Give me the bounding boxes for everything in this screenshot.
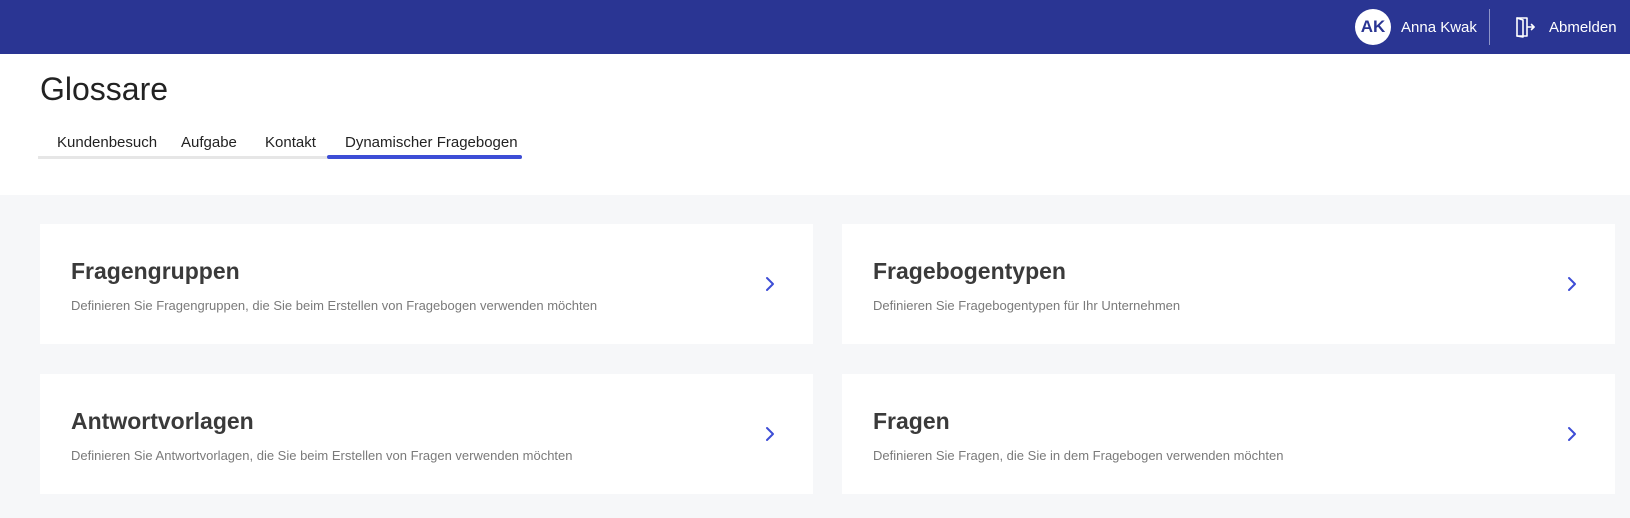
logout-label: Abmelden xyxy=(1549,18,1617,36)
topbar-divider xyxy=(1489,9,1490,45)
card-fragen[interactable]: Fragen Definieren Sie Fragen, die Sie in… xyxy=(842,374,1615,494)
card-title: Fragebogentypen xyxy=(873,258,1066,284)
card-title: Antwortvorlagen xyxy=(71,408,254,434)
card-fragengruppen[interactable]: Fragengruppen Definieren Sie Fragengrupp… xyxy=(40,224,813,344)
card-description: Definieren Sie Antwortvorlagen, die Sie … xyxy=(71,448,573,463)
card-title: Fragengruppen xyxy=(71,258,240,284)
tab-aufgabe[interactable]: Aufgabe xyxy=(181,134,237,151)
card-fragebogentypen[interactable]: Fragebogentypen Definieren Sie Frageboge… xyxy=(842,224,1615,344)
active-tab-indicator xyxy=(327,155,522,159)
card-description: Definieren Sie Fragengruppen, die Sie be… xyxy=(71,298,598,313)
logout-door-icon xyxy=(1511,14,1537,40)
page-header: Glossare xyxy=(0,54,1630,195)
user-name[interactable]: Anna Kwak xyxy=(1401,19,1477,36)
chevron-right-icon[interactable] xyxy=(760,424,780,444)
page-title: Glossare xyxy=(40,71,169,107)
top-navigation-bar: AK Anna Kwak Abmelden xyxy=(0,0,1630,54)
card-description: Definieren Sie Fragen, die Sie in dem Fr… xyxy=(873,448,1284,463)
user-menu[interactable]: AK Anna Kwak xyxy=(1355,9,1477,45)
chevron-right-icon[interactable] xyxy=(1562,424,1582,444)
tab-kontakt[interactable]: Kontakt xyxy=(265,134,316,151)
card-description: Definieren Sie Fragebogentypen für Ihr U… xyxy=(873,298,1181,313)
card-title: Fragen xyxy=(873,408,950,434)
logout-button[interactable]: Abmelden xyxy=(1511,13,1617,41)
chevron-right-icon[interactable] xyxy=(760,274,780,294)
tab-kundenbesuch[interactable]: Kundenbesuch xyxy=(57,134,157,151)
card-antwortvorlagen[interactable]: Antwortvorlagen Definieren Sie Antwortvo… xyxy=(40,374,813,494)
chevron-right-icon[interactable] xyxy=(1562,274,1582,294)
tab-dynamischer-fragebogen[interactable]: Dynamischer Fragebogen xyxy=(345,134,518,151)
user-avatar[interactable]: AK xyxy=(1355,9,1391,45)
